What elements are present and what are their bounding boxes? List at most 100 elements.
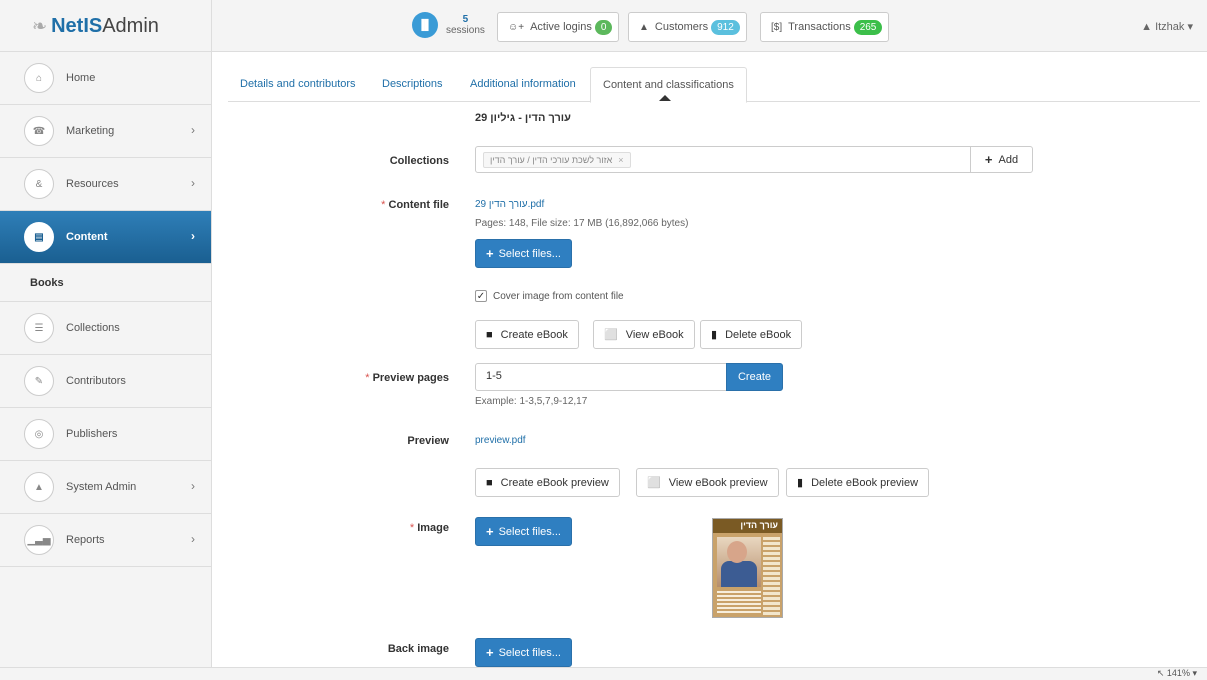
logo-brand: NetIS: [51, 14, 103, 37]
collections-input[interactable]: אזור לשכת עורכי הדין / עורך הדין ×: [475, 146, 971, 173]
top-bar: ❧ NetIS Admin ▐▌ 5 sessions ☺+ Active lo…: [0, 0, 1207, 52]
sidebar-item-home[interactable]: ⌂ Home: [0, 52, 211, 105]
sidebar-item-marketing[interactable]: ☎ Marketing ›: [0, 105, 211, 158]
chevron-down-icon: ▾: [1192, 668, 1197, 678]
globe-icon: ◎: [24, 419, 54, 449]
phone-icon: ☎: [24, 116, 54, 146]
user-menu[interactable]: ▲ Itzhak ▾: [1141, 20, 1193, 33]
user-icon: ▲: [1141, 21, 1152, 33]
back-image-label: Back image: [387, 643, 449, 655]
app-logo[interactable]: ❧ NetIS Admin: [0, 0, 212, 52]
preview-pages-input[interactable]: 1-5: [475, 363, 727, 391]
pencil-icon: ✎: [24, 366, 54, 396]
preview-pages-label-text: Preview pages: [372, 372, 449, 384]
zoom-control[interactable]: ↖ 141% ▾: [1157, 668, 1197, 679]
main-content: Details and contributors Descriptions Ad…: [212, 52, 1207, 667]
transactions-label: Transactions: [788, 21, 851, 33]
select-content-file-button[interactable]: + Select files...: [475, 239, 572, 268]
view-ebook-button[interactable]: ⬜ View eBook: [593, 320, 695, 349]
content-file-label-text: Content file: [388, 199, 450, 211]
active-logins-badge: 0: [594, 19, 613, 35]
required-marker: *: [365, 372, 373, 384]
content-icon: ▤: [24, 222, 54, 252]
add-collection-button[interactable]: + Add: [970, 146, 1033, 173]
select-files-label: Select files...: [498, 525, 561, 538]
chevron-right-icon: ›: [191, 176, 195, 190]
remove-chip-icon[interactable]: ×: [618, 155, 623, 165]
cover-text-lines: [717, 591, 761, 615]
create-ebook-preview-label: Create eBook preview: [500, 476, 609, 489]
user-name: Itzhak ▾: [1155, 21, 1193, 33]
image-label-text: Image: [417, 522, 449, 534]
chevron-right-icon: ›: [191, 123, 195, 137]
trash-icon: ▮: [711, 329, 718, 341]
transactions-badge: 265: [853, 19, 883, 35]
chevron-right-icon: ›: [191, 229, 195, 243]
sidebar-item-reports[interactable]: ▁▃▅ Reports ›: [0, 514, 211, 567]
content-file-info: Pages: 148, File size: 17 MB (16,892,066…: [475, 218, 689, 229]
create-preview-button[interactable]: Create: [726, 363, 783, 391]
preview-label: Preview: [407, 435, 449, 447]
delete-ebook-preview-label: Delete eBook preview: [811, 476, 919, 489]
status-bar: ↖ 141% ▾: [0, 667, 1207, 680]
zoom-icon: ↖: [1156, 668, 1165, 678]
content-file-link[interactable]: עורך הדין 29.pdf: [475, 199, 544, 210]
trash-icon: ▮: [797, 477, 804, 489]
active-logins-button[interactable]: ☺+ Active logins 0: [497, 12, 620, 42]
create-ebook-label: Create eBook: [500, 328, 568, 341]
tab-additional-information[interactable]: Additional information: [470, 67, 576, 102]
sidebar-item-content[interactable]: ▤ Content ›: [0, 211, 211, 264]
delete-ebook-preview-button[interactable]: ▮ Delete eBook preview: [786, 468, 930, 497]
book-icon: ■: [486, 476, 493, 489]
sidebar-subitem-books[interactable]: Books: [0, 264, 211, 302]
sidebar-item-label: Contributors: [66, 375, 126, 387]
cover-checkbox-label: Cover image from content file: [493, 290, 624, 302]
preview-pages-example: Example: 1-3,5,7,9-12,17: [475, 396, 588, 407]
checkbox-checked-icon[interactable]: ✓: [475, 290, 487, 302]
sidebar-item-label: Resources: [66, 178, 119, 190]
open-book-icon: ⬜: [647, 477, 661, 489]
sidebar-item-system-admin[interactable]: ▲ System Admin ›: [0, 461, 211, 514]
book-icon: ■: [486, 328, 493, 341]
cover-from-content-checkbox[interactable]: ✓ Cover image from content file: [475, 290, 624, 302]
sidebar-item-label: System Admin: [66, 481, 137, 493]
cover-photo-shirt: [721, 561, 757, 587]
list-icon: ☰: [24, 313, 54, 343]
open-book-icon: ⬜: [604, 329, 618, 341]
sessions-label: sessions: [446, 25, 485, 36]
plus-icon: +: [486, 524, 494, 539]
chevron-right-icon: ›: [191, 532, 195, 546]
transactions-button[interactable]: [$] Transactions 265: [760, 12, 890, 42]
create-ebook-button[interactable]: ■ Create eBook: [475, 320, 579, 349]
bar-chart-icon: ▁▃▅: [24, 525, 54, 555]
sidebar-item-label: Publishers: [66, 428, 118, 440]
delete-ebook-label: Delete eBook: [725, 328, 792, 341]
preview-pages-label: * Preview pages: [365, 372, 449, 384]
signal-icon: ▐▌: [412, 12, 438, 38]
delete-ebook-button[interactable]: ▮ Delete eBook: [700, 320, 803, 349]
sidebar-item-publishers[interactable]: ◎ Publishers: [0, 408, 211, 461]
customers-button[interactable]: ▲ Customers 912: [628, 12, 747, 42]
tab-descriptions[interactable]: Descriptions: [382, 67, 443, 102]
sidebar-item-contributors[interactable]: ✎ Contributors: [0, 355, 211, 408]
select-back-image-button[interactable]: + Select files...: [475, 638, 572, 667]
collections-label: Collections: [389, 155, 449, 167]
select-image-button[interactable]: + Select files...: [475, 517, 572, 546]
home-icon: ⌂: [24, 63, 54, 93]
logo-suffix: Admin: [102, 14, 159, 37]
collection-chip-label: אזור לשכת עורכי הדין / עורך הדין: [490, 155, 613, 165]
collection-chip[interactable]: אזור לשכת עורכי הדין / עורך הדין ×: [483, 152, 631, 168]
preview-file-link[interactable]: preview.pdf: [475, 435, 526, 446]
view-ebook-preview-button[interactable]: ⬜ View eBook preview: [636, 468, 779, 497]
customers-label: Customers: [654, 21, 709, 33]
create-ebook-preview-button[interactable]: ■ Create eBook preview: [475, 468, 620, 497]
sidebar-item-label: Reports: [66, 534, 105, 546]
sidebar-item-resources[interactable]: & Resources ›: [0, 158, 211, 211]
tab-details-and-contributors[interactable]: Details and contributors: [240, 67, 356, 102]
required-marker: *: [381, 199, 389, 211]
cover-image-thumbnail[interactable]: עורך הדין: [712, 518, 783, 618]
sessions-widget[interactable]: ▐▌ 5 sessions: [412, 12, 485, 38]
content-file-label: * Content file: [381, 199, 449, 211]
resources-icon: &: [24, 169, 54, 199]
sidebar-item-collections[interactable]: ☰ Collections: [0, 302, 211, 355]
